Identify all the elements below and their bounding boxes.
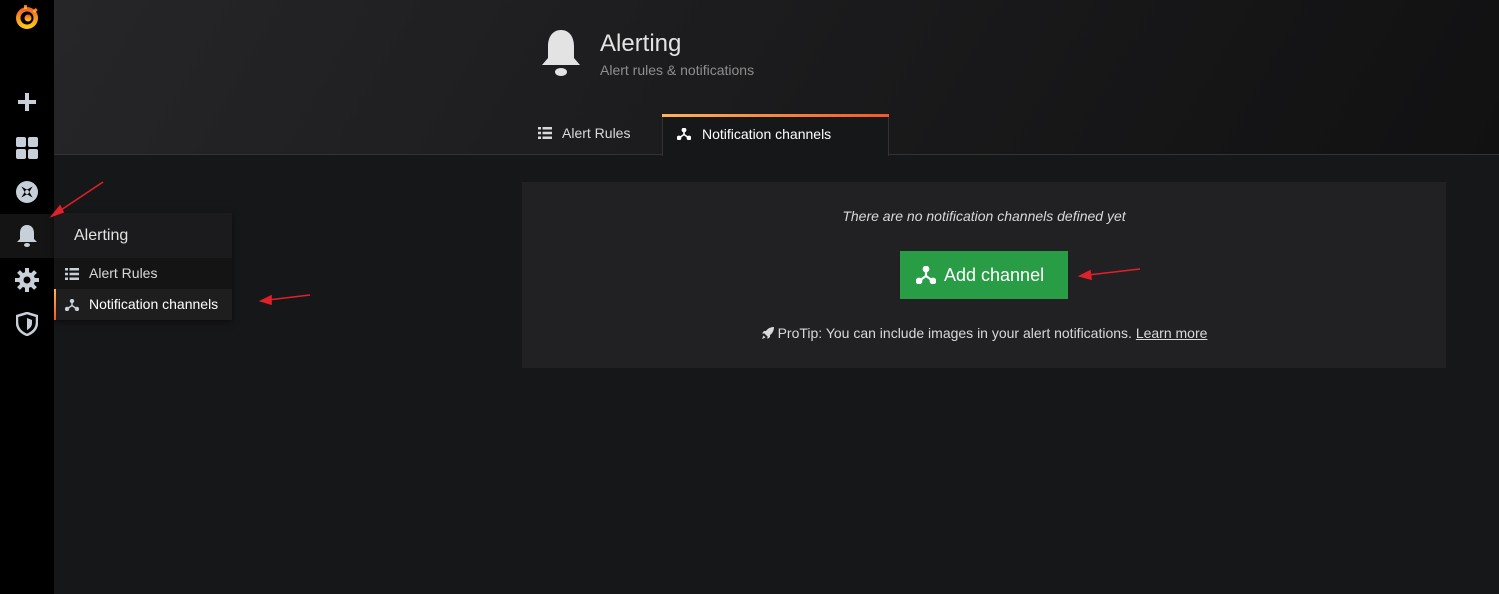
alerting-flyout-menu: Alerting Alert Rules Notification channe…: [54, 213, 232, 320]
page-subtitle: Alert rules & notifications: [600, 62, 755, 78]
empty-message: There are no notification channels defin…: [842, 208, 1126, 224]
add-channel-label: Add channel: [944, 265, 1045, 285]
flyout-item-label: Notification channels: [89, 296, 219, 312]
list-icon: [65, 268, 79, 280]
flyout-item-alert-rules[interactable]: Alert Rules: [54, 258, 232, 289]
annotation-arrow-bell: [57, 181, 104, 213]
shield-icon[interactable]: [0, 302, 54, 346]
add-channel-button[interactable]: Add channel: [900, 251, 1068, 299]
protip: ProTip: You can include images in your a…: [522, 325, 1446, 341]
plus-icon[interactable]: [0, 80, 54, 124]
page-header: Alerting Alert rules & notifications Ale…: [54, 0, 1499, 156]
explore-compass-icon[interactable]: [0, 170, 54, 214]
flyout-item-notification-channels[interactable]: Notification channels: [54, 289, 232, 320]
gear-icon[interactable]: [0, 258, 54, 302]
side-menu: [0, 0, 54, 594]
channels-icon: [677, 128, 691, 140]
tab-label: Alert Rules: [562, 125, 631, 141]
bell-icon[interactable]: [0, 214, 54, 258]
tab-label: Notification channels: [702, 126, 832, 142]
channels-icon: [916, 266, 936, 284]
bell-icon: [542, 30, 580, 76]
tab-alert-rules[interactable]: Alert Rules: [528, 114, 682, 154]
grafana-logo-icon[interactable]: [0, 0, 54, 36]
flyout-item-label: Alert Rules: [89, 265, 158, 281]
flyout-title[interactable]: Alerting: [54, 213, 232, 258]
rocket-icon: [761, 327, 774, 339]
tab-notification-channels[interactable]: Notification channels: [662, 114, 889, 156]
dashboards-icon[interactable]: [0, 126, 54, 170]
annotation-arrow-notification-channels: [267, 294, 311, 301]
learn-more-link[interactable]: Learn more: [1136, 325, 1208, 341]
protip-text: ProTip: You can include images in your a…: [777, 325, 1132, 341]
page-title: Alerting: [600, 30, 682, 57]
empty-list-card: There are no notification channels defin…: [522, 182, 1446, 368]
annotation-arrowhead: [258, 294, 272, 306]
list-icon: [538, 127, 552, 139]
channels-icon: [65, 299, 79, 311]
